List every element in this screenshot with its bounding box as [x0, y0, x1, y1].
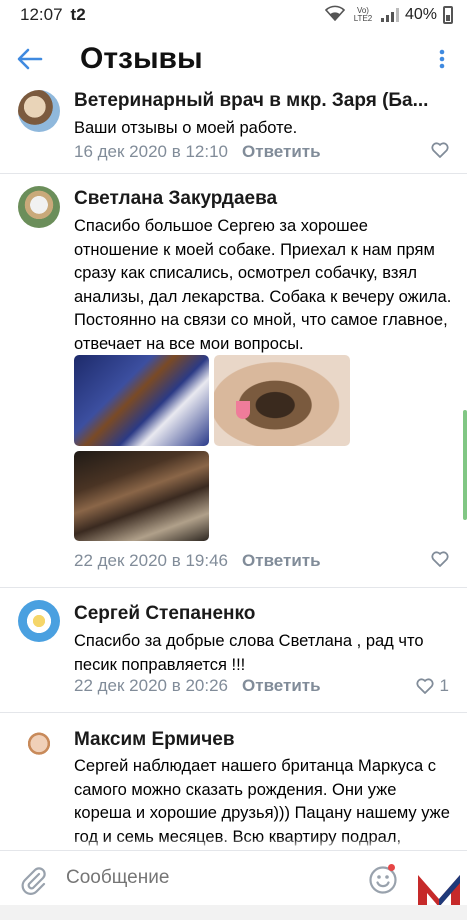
status-time: 12:07 [20, 5, 63, 24]
reply-button[interactable]: Ответить [242, 142, 321, 162]
avatar[interactable] [18, 600, 60, 642]
more-button[interactable] [417, 30, 467, 88]
comment-author[interactable]: Светлана Закурдаева [74, 188, 454, 210]
signal-icon [380, 8, 399, 22]
more-vertical-icon [439, 49, 445, 69]
status-icons: Vo) LTE2 40% [324, 5, 453, 26]
attach-button[interactable] [18, 865, 50, 897]
back-button[interactable] [0, 30, 60, 88]
comment-text: Спасибо большое Сергею за хорошее отноше… [74, 217, 452, 353]
like-button[interactable] [431, 142, 449, 158]
reply-button[interactable]: Ответить [242, 676, 321, 696]
comment-author[interactable]: Максим Ермичев [74, 729, 454, 751]
comment-meta: 22 дек 2020 в 20:26 Ответить [74, 676, 321, 696]
avatar[interactable] [18, 186, 60, 228]
comment-text: Ваши отзывы о моей работе. [74, 119, 298, 137]
carrier-logo: t2 [70, 5, 86, 24]
top-bar: Отзывы [0, 30, 467, 88]
heart-icon [431, 551, 449, 567]
photo-attachment[interactable] [74, 451, 209, 541]
divider [0, 712, 467, 713]
page-title: Отзывы [80, 42, 203, 75]
like-button[interactable] [431, 551, 449, 567]
photo-attachment[interactable] [214, 355, 350, 446]
comment-author[interactable]: Ветеринарный врач в мкр. Заря (Ба... [74, 90, 454, 112]
heart-icon [415, 678, 434, 694]
comment-date: 22 дек 2020 в 19:46 [74, 551, 229, 570]
photo-attachment[interactable] [74, 355, 209, 446]
comment-author[interactable]: Сергей Степаненко [74, 603, 454, 625]
arrow-left-icon [17, 48, 43, 70]
heart-icon [431, 142, 449, 158]
status-bar: 12:07 t2 Vo) LTE2 40% [0, 0, 467, 30]
divider [0, 587, 467, 588]
wifi-icon [324, 5, 346, 26]
scroll-indicator[interactable] [463, 410, 467, 520]
battery-icon [443, 6, 453, 24]
message-input[interactable] [66, 867, 326, 889]
like-count: 1 [439, 676, 449, 695]
volte-label: Vo) LTE2 [353, 6, 373, 23]
comment-meta: 16 дек 2020 в 12:10 Ответить [74, 142, 321, 162]
comment-text: Спасибо за добрые слова Светлана , рад ч… [74, 632, 424, 674]
scroll-fade [0, 838, 467, 850]
dog-tongue [236, 401, 250, 419]
comment-date: 22 дек 2020 в 20:26 [74, 676, 229, 695]
system-nav-bar [0, 905, 467, 920]
like-button[interactable]: 1 [415, 676, 449, 696]
avatar[interactable] [18, 90, 60, 132]
comment-meta: 22 дек 2020 в 19:46 Ответить [74, 551, 321, 571]
notification-dot [388, 864, 395, 871]
paperclip-icon [21, 867, 46, 895]
battery-percent: 40% [404, 6, 437, 23]
avatar[interactable] [18, 726, 60, 768]
comment-date: 16 дек 2020 в 12:10 [74, 142, 229, 161]
reply-button[interactable]: Ответить [242, 551, 321, 571]
comment-text: Сергей наблюдает нашего британца Маркуса… [74, 757, 450, 846]
divider [0, 173, 467, 174]
